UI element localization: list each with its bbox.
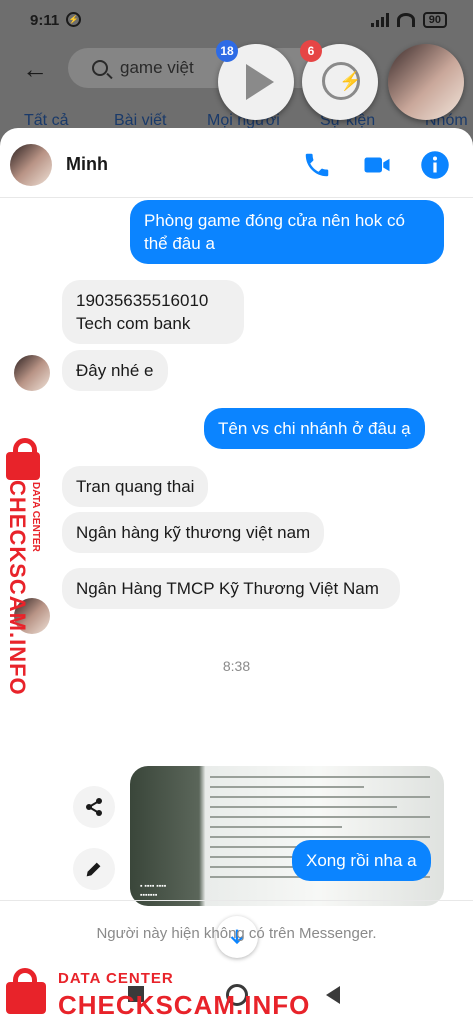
contact-name[interactable]: Minh (66, 154, 108, 175)
info-icon[interactable] (420, 150, 450, 180)
message-outgoing[interactable]: Tên vs chi nhánh ở đâu ạ (204, 408, 425, 449)
watermark-small-text: DATA CENTER (58, 970, 174, 987)
share-icon (86, 798, 102, 816)
battery-icon: 90 (422, 12, 447, 28)
watermark-vertical: CHECKSCAM.INFO DATA CENTER (0, 438, 52, 696)
message-incoming[interactable]: 19035635516010 Tech com bank (62, 280, 244, 344)
pencil-icon (86, 862, 101, 877)
message-outgoing[interactable]: Xong rồi nha a (292, 840, 431, 881)
back-button[interactable] (326, 986, 340, 1004)
signal-icon (370, 13, 389, 27)
message-incoming[interactable]: Đây nhé e (62, 350, 168, 391)
video-camera-icon[interactable] (362, 150, 392, 180)
status-time: 9:11 (30, 12, 60, 29)
search-icon (92, 60, 108, 76)
watermark-big-text: CHECKSCAM.INFO (5, 480, 30, 696)
wifi-icon (396, 13, 415, 27)
unavailable-notice: Người này hiện không có trên Messenger. (0, 900, 473, 966)
notification-badge: 6 (300, 40, 322, 62)
contact-avatar (14, 355, 50, 391)
message-incoming[interactable]: Tran quang thai (62, 466, 209, 507)
status-icons: 90 (370, 12, 447, 28)
share-button[interactable] (73, 786, 115, 828)
photo-message[interactable]: ▪ ▪▪▪▪ ▪▪▪▪ ▪▪▪▪▪▪▪ (130, 766, 444, 906)
contact-avatar[interactable] (10, 144, 52, 186)
messenger-notification-icon: ⚡ (66, 12, 81, 27)
chat-header: Minh (0, 128, 473, 198)
message-timestamp: 8:38 (222, 658, 251, 674)
watermark-big-text: CHECKSCAM.INFO (58, 990, 311, 1020)
lock-icon (6, 968, 46, 1014)
arrow-left-icon[interactable]: ← (22, 54, 48, 85)
message-incoming[interactable]: Ngân Hàng TMCP Kỹ Thương Việt Nam (62, 568, 400, 609)
phone-icon[interactable] (302, 150, 332, 180)
lock-icon (6, 438, 40, 480)
play-icon (246, 64, 274, 100)
messenger-icon: ⚡ (322, 62, 361, 100)
message-outgoing[interactable]: Phòng game đóng cửa nên hok có thể đâu a (130, 200, 444, 264)
chat-head-messenger[interactable]: ⚡ 6 (300, 40, 378, 120)
edit-button[interactable] (73, 848, 115, 890)
watermark-small-text: DATA CENTER (30, 482, 41, 552)
chat-head-video[interactable]: 18 (216, 40, 294, 120)
message-incoming[interactable]: Ngân hàng kỹ thương việt nam (62, 512, 325, 553)
watermark-bottom: DATA CENTER CHECKSCAM.INFO (0, 962, 309, 1024)
chat-window: Minh Phòng game đóng cửa nên hok có thể … (0, 128, 473, 966)
photo-caption: ▪ ▪▪▪▪ ▪▪▪▪ ▪▪▪▪▪▪▪ (140, 883, 167, 899)
chat-head-contact-avatar[interactable] (388, 44, 464, 120)
search-text: game việt (120, 58, 194, 77)
message-list: Phòng game đóng cửa nên hok có thể đâu a… (0, 198, 473, 958)
notification-badge: 18 (216, 40, 238, 62)
status-bar: 9:11 ⚡ 90 (0, 0, 473, 40)
